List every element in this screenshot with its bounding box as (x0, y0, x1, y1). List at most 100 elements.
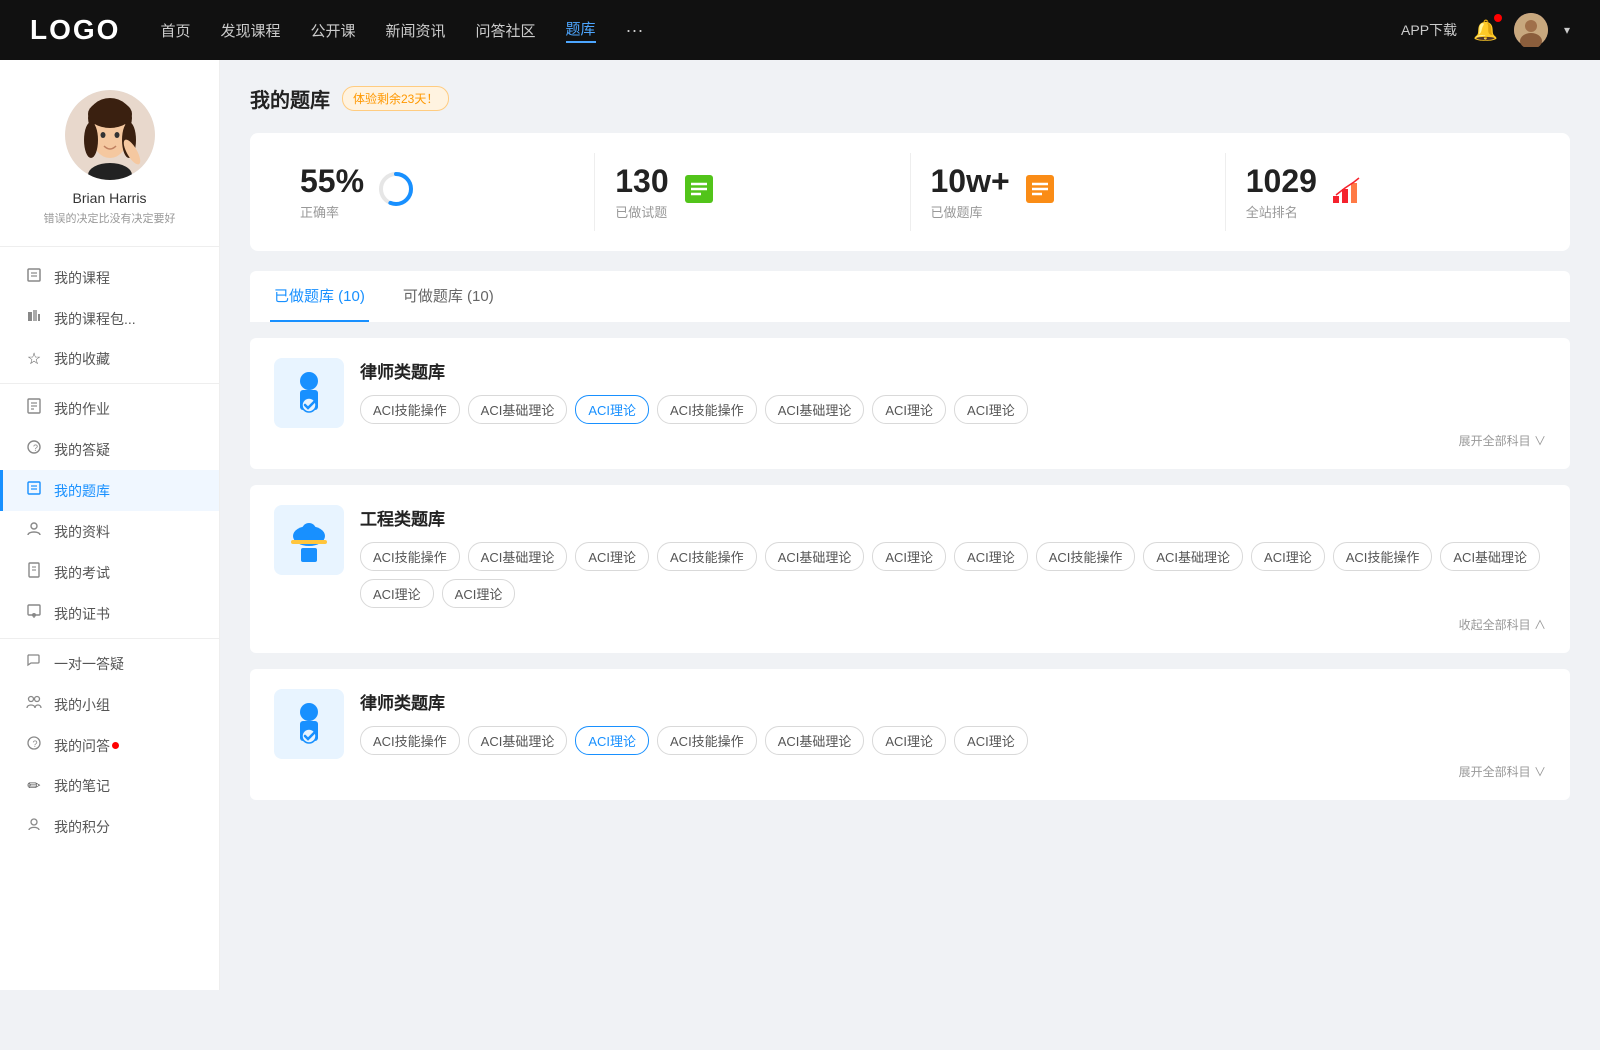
sidebar-item-my-points[interactable]: 我的积分 (0, 806, 219, 847)
tag-2-8[interactable]: ACI技能操作 (1036, 542, 1136, 571)
stat-value-questions-done: 130 (615, 163, 668, 200)
qbank-icon-lawyer-1 (274, 358, 344, 428)
tag-2-5[interactable]: ACI基础理论 (765, 542, 865, 571)
tag-3-5[interactable]: ACI基础理论 (765, 726, 865, 755)
my-questions-dot (112, 742, 119, 749)
tag-3-6[interactable]: ACI理论 (872, 726, 946, 755)
sidebar-item-my-exam[interactable]: 我的考试 (0, 552, 219, 593)
my-cert-icon (24, 603, 44, 624)
tag-2-4[interactable]: ACI技能操作 (657, 542, 757, 571)
tag-2-1[interactable]: ACI技能操作 (360, 542, 460, 571)
tag-2-9[interactable]: ACI基础理论 (1143, 542, 1243, 571)
page-wrapper: Brian Harris 错误的决定比没有决定要好 我的课程 我的课程包... … (0, 60, 1600, 990)
profile-avatar-image (65, 90, 155, 180)
tag-2-14[interactable]: ACI理论 (442, 579, 516, 608)
tag-2-6[interactable]: ACI理论 (872, 542, 946, 571)
navbar-dropdown-arrow[interactable]: ▾ (1564, 23, 1570, 37)
stat-label-banks-done: 已做题库 (931, 202, 1010, 221)
tag-2-7[interactable]: ACI理论 (954, 542, 1028, 571)
sidebar-item-my-cert[interactable]: 我的证书 (0, 593, 219, 634)
expand-link-2[interactable]: 收起全部科目 ∧ (360, 616, 1546, 633)
sidebar-item-my-notes[interactable]: ✏ 我的笔记 (0, 766, 219, 806)
sidebar-label-my-homework: 我的作业 (54, 399, 110, 419)
stat-label-questions-done: 已做试题 (615, 202, 668, 221)
qbank-header-1: 律师类题库 ACI技能操作 ACI基础理论 ACI理论 ACI技能操作 ACI基… (274, 358, 1546, 449)
nav-open-course[interactable]: 公开课 (310, 20, 355, 41)
nav-news[interactable]: 新闻资讯 (386, 20, 446, 41)
sidebar-item-my-packages[interactable]: 我的课程包... (0, 298, 219, 339)
tag-2-13[interactable]: ACI理论 (360, 579, 434, 608)
main-content: 我的题库 体验剩余23天！ 55% 正确率 (220, 60, 1600, 990)
svg-text:?: ? (33, 443, 38, 453)
sidebar-item-my-group[interactable]: 我的小组 (0, 684, 219, 725)
tag-2-10[interactable]: ACI理论 (1251, 542, 1325, 571)
navbar-right: APP下载 🔔 ▾ (1401, 13, 1570, 47)
tag-1-3[interactable]: ACI理论 (575, 395, 649, 424)
sidebar-item-my-profile[interactable]: 我的资料 (0, 511, 219, 552)
tag-3-1[interactable]: ACI技能操作 (360, 726, 460, 755)
tag-3-3[interactable]: ACI理论 (575, 726, 649, 755)
my-points-icon (24, 816, 44, 837)
tag-1-7[interactable]: ACI理论 (954, 395, 1028, 424)
tag-2-11[interactable]: ACI技能操作 (1333, 542, 1433, 571)
my-exam-icon (24, 562, 44, 583)
my-notes-icon: ✏ (24, 776, 44, 796)
avatar[interactable] (1514, 13, 1548, 47)
nav-home[interactable]: 首页 (160, 20, 190, 41)
one-on-one-icon (24, 653, 44, 674)
qbank-tags-3: ACI技能操作 ACI基础理论 ACI理论 ACI技能操作 ACI基础理论 AC… (360, 726, 1546, 755)
tag-1-5[interactable]: ACI基础理论 (765, 395, 865, 424)
my-question-bank-icon (24, 480, 44, 501)
qbank-section-engineer: 工程类题库 ACI技能操作 ACI基础理论 ACI理论 ACI技能操作 ACI基… (250, 485, 1570, 653)
sidebar-item-my-questions[interactable]: ? 我的问答 (0, 725, 219, 766)
stat-value-banks-done: 10w+ (931, 163, 1010, 200)
tag-2-12[interactable]: ACI基础理论 (1440, 542, 1540, 571)
tag-1-2[interactable]: ACI基础理论 (468, 395, 568, 424)
sidebar-item-my-courses[interactable]: 我的课程 (0, 257, 219, 298)
tag-1-1[interactable]: ACI技能操作 (360, 395, 460, 424)
my-profile-icon (24, 521, 44, 542)
qbank-body-2: 工程类题库 ACI技能操作 ACI基础理论 ACI理论 ACI技能操作 ACI基… (360, 505, 1546, 633)
app-download-button[interactable]: APP下载 (1401, 20, 1457, 40)
expand-link-3[interactable]: 展开全部科目 ∨ (360, 763, 1546, 780)
nav-discover[interactable]: 发现课程 (220, 20, 280, 41)
sidebar-item-my-homework[interactable]: 我的作业 (0, 388, 219, 429)
sidebar-profile: Brian Harris 错误的决定比没有决定要好 (0, 90, 219, 247)
stat-banks-done: 10w+ 已做题库 (911, 153, 1226, 231)
divider-2 (0, 638, 219, 639)
stat-site-rank-text: 1029 全站排名 (1246, 163, 1317, 221)
trial-badge: 体验剩余23天！ (342, 86, 449, 111)
sidebar-item-one-on-one[interactable]: 一对一答疑 (0, 643, 219, 684)
sidebar-label-my-favorites: 我的收藏 (54, 349, 110, 369)
stat-icon-chart-red (1329, 171, 1365, 214)
qbank-name-3: 律师类题库 (360, 689, 1546, 714)
tag-2-2[interactable]: ACI基础理论 (468, 542, 568, 571)
tab-available-banks[interactable]: 可做题库 (10) (399, 271, 498, 322)
stat-label-correct-rate: 正确率 (300, 202, 364, 221)
nav-more[interactable]: ··· (626, 20, 644, 41)
sidebar-item-my-question-bank[interactable]: 我的题库 (0, 470, 219, 511)
expand-link-1[interactable]: 展开全部科目 ∨ (360, 432, 1546, 449)
sidebar-label-my-qa: 我的答疑 (54, 440, 110, 460)
chart-red-icon (1329, 171, 1365, 207)
tag-3-4[interactable]: ACI技能操作 (657, 726, 757, 755)
qbank-header-3: 律师类题库 ACI技能操作 ACI基础理论 ACI理论 ACI技能操作 ACI基… (274, 689, 1546, 780)
sidebar-item-my-favorites[interactable]: ☆ 我的收藏 (0, 339, 219, 379)
notification-bell[interactable]: 🔔 (1473, 18, 1498, 43)
sidebar-item-my-qa[interactable]: ? 我的答疑 (0, 429, 219, 470)
my-questions-icon: ? (24, 735, 44, 756)
tag-1-6[interactable]: ACI理论 (872, 395, 946, 424)
divider-1 (0, 383, 219, 384)
tab-done-banks[interactable]: 已做题库 (10) (270, 271, 369, 322)
svg-text:?: ? (33, 739, 38, 749)
tag-2-3[interactable]: ACI理论 (575, 542, 649, 571)
qbank-icon-engineer (274, 505, 344, 575)
lawyer-icon-svg (283, 367, 335, 419)
stat-correct-rate: 55% 正确率 (280, 153, 595, 231)
tag-3-2[interactable]: ACI基础理论 (468, 726, 568, 755)
stat-icon-list-green (681, 171, 717, 214)
tag-3-7[interactable]: ACI理论 (954, 726, 1028, 755)
tag-1-4[interactable]: ACI技能操作 (657, 395, 757, 424)
nav-qa[interactable]: 问答社区 (476, 20, 536, 41)
nav-question-bank[interactable]: 题库 (566, 18, 596, 43)
